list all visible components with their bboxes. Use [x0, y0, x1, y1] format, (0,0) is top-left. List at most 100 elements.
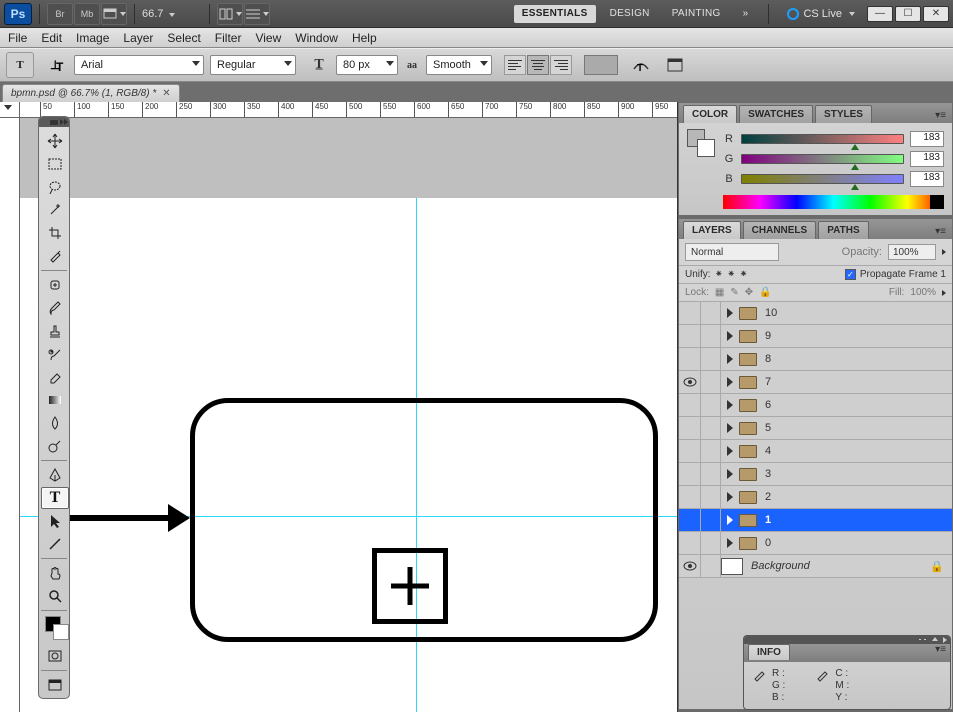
visibility-icon[interactable] — [679, 394, 701, 416]
warp-text-icon[interactable]: T — [630, 54, 652, 76]
r-slider[interactable] — [741, 134, 904, 144]
expand-icon[interactable] — [727, 538, 733, 548]
visibility-icon[interactable] — [679, 440, 701, 462]
opacity-value[interactable]: 100% — [888, 244, 936, 260]
visibility-icon[interactable] — [679, 463, 701, 485]
menu-layer[interactable]: Layer — [123, 31, 153, 45]
expand-icon[interactable] — [727, 492, 733, 502]
pen-tool-icon[interactable] — [41, 464, 69, 486]
fill-value[interactable]: 100% — [910, 287, 936, 298]
tab-layers[interactable]: LAYERS — [683, 221, 741, 239]
info-panel-grip[interactable] — [744, 636, 950, 644]
expand-icon[interactable] — [727, 377, 733, 387]
dodge-tool-icon[interactable] — [41, 435, 69, 457]
panel-menu-icon[interactable]: ▾≡ — [933, 224, 948, 239]
menu-view[interactable]: View — [255, 31, 281, 45]
marquee-tool-icon[interactable] — [41, 153, 69, 175]
path-select-tool-icon[interactable] — [41, 510, 69, 532]
color-swatch-pair[interactable] — [687, 129, 715, 157]
layer-row[interactable]: 5 — [679, 417, 952, 440]
hand-tool-icon[interactable] — [41, 562, 69, 584]
chevron-right-icon[interactable] — [942, 249, 946, 255]
visibility-icon[interactable] — [679, 417, 701, 439]
minibridge-button[interactable]: Mb — [74, 3, 100, 25]
visibility-icon[interactable] — [679, 486, 701, 508]
layer-row[interactable]: 4 — [679, 440, 952, 463]
stamp-tool-icon[interactable] — [41, 320, 69, 342]
lock-all-icon[interactable]: 🔒 — [759, 287, 771, 298]
menu-select[interactable]: Select — [167, 31, 200, 45]
line-tool-icon[interactable] — [41, 533, 69, 555]
workspace-essentials[interactable]: ESSENTIALS — [514, 5, 596, 23]
lasso-tool-icon[interactable] — [41, 176, 69, 198]
color-swatches[interactable] — [41, 614, 67, 644]
extras-button[interactable] — [244, 3, 270, 25]
info-panel[interactable]: INFO▾≡ R : G : B : C : M : Y : — [743, 635, 951, 710]
document-tab[interactable]: bpmn.psd @ 66.7% (1, RGB/8) *✕ — [2, 84, 180, 102]
menu-image[interactable]: Image — [76, 31, 109, 45]
layer-row[interactable]: 1 — [679, 509, 952, 532]
eraser-tool-icon[interactable] — [41, 366, 69, 388]
chevron-right-icon[interactable] — [942, 290, 946, 296]
screen-mode-button[interactable] — [101, 3, 127, 25]
layer-row[interactable]: Background🔒 — [679, 555, 952, 578]
cslive-button[interactable]: CS Live — [781, 8, 861, 20]
unify-icon[interactable]: ⁕ — [715, 269, 723, 280]
propagate-checkbox[interactable]: ✓ — [845, 269, 856, 280]
menu-file[interactable]: File — [8, 31, 27, 45]
expand-icon[interactable] — [727, 515, 733, 525]
layer-row[interactable]: 10 — [679, 302, 952, 325]
layer-row[interactable]: 9 — [679, 325, 952, 348]
g-value[interactable]: 183 — [910, 151, 944, 167]
workspace-painting[interactable]: PAINTING — [664, 5, 729, 23]
unify-icon[interactable]: ⁕ — [727, 269, 735, 280]
tab-paths[interactable]: PATHS — [818, 221, 868, 239]
toolbox-grip[interactable] — [39, 117, 69, 127]
canvas[interactable]: Sub-Process — [20, 198, 677, 712]
ruler-origin[interactable] — [0, 102, 20, 118]
tab-styles[interactable]: STYLES — [815, 105, 872, 123]
screenmode-tool-icon[interactable] — [41, 674, 69, 696]
layer-row[interactable]: 8 — [679, 348, 952, 371]
text-color-swatch[interactable] — [584, 55, 618, 75]
text-orient-icon[interactable]: ⊥T — [46, 54, 68, 76]
g-slider[interactable] — [741, 154, 904, 164]
expand-icon[interactable] — [727, 423, 733, 433]
align-left[interactable] — [504, 55, 526, 75]
layer-row[interactable]: 0 — [679, 532, 952, 555]
layer-row[interactable]: 6 — [679, 394, 952, 417]
move-tool-icon[interactable] — [41, 130, 69, 152]
visibility-icon[interactable] — [679, 555, 701, 577]
b-value[interactable]: 183 — [910, 171, 944, 187]
visibility-icon[interactable] — [679, 532, 701, 554]
tab-color[interactable]: COLOR — [683, 105, 737, 123]
quickmask-tool-icon[interactable] — [41, 645, 69, 667]
expand-icon[interactable] — [727, 446, 733, 456]
menu-window[interactable]: Window — [295, 31, 338, 45]
spectrum-strip[interactable] — [723, 195, 944, 209]
brush-tool-icon[interactable] — [41, 297, 69, 319]
r-value[interactable]: 183 — [910, 131, 944, 147]
blend-mode-dropdown[interactable]: Normal — [685, 243, 779, 261]
visibility-icon[interactable] — [679, 509, 701, 531]
font-size-dropdown[interactable]: 80 px — [336, 55, 398, 75]
expand-icon[interactable] — [727, 400, 733, 410]
eyedropper-tool-icon[interactable] — [41, 245, 69, 267]
blur-tool-icon[interactable] — [41, 412, 69, 434]
ruler-horizontal[interactable]: 5010015020025030035040045050055060065070… — [20, 102, 677, 118]
window-minimize[interactable]: — — [867, 6, 893, 22]
lock-move-icon[interactable]: ✥ — [745, 287, 753, 298]
unify-icon[interactable]: ⁕ — [739, 269, 747, 280]
visibility-icon[interactable] — [679, 371, 701, 393]
zoom-tool-icon[interactable] — [41, 585, 69, 607]
layer-row[interactable]: 3 — [679, 463, 952, 486]
healing-tool-icon[interactable] — [41, 274, 69, 296]
menu-help[interactable]: Help — [352, 31, 377, 45]
window-close[interactable]: ✕ — [923, 6, 949, 22]
gradient-tool-icon[interactable] — [41, 389, 69, 411]
workspace-more[interactable]: » — [735, 5, 757, 23]
history-brush-tool-icon[interactable] — [41, 343, 69, 365]
expand-icon[interactable] — [727, 354, 733, 364]
type-tool-icon[interactable]: T — [41, 487, 69, 509]
expand-icon[interactable] — [727, 308, 733, 318]
